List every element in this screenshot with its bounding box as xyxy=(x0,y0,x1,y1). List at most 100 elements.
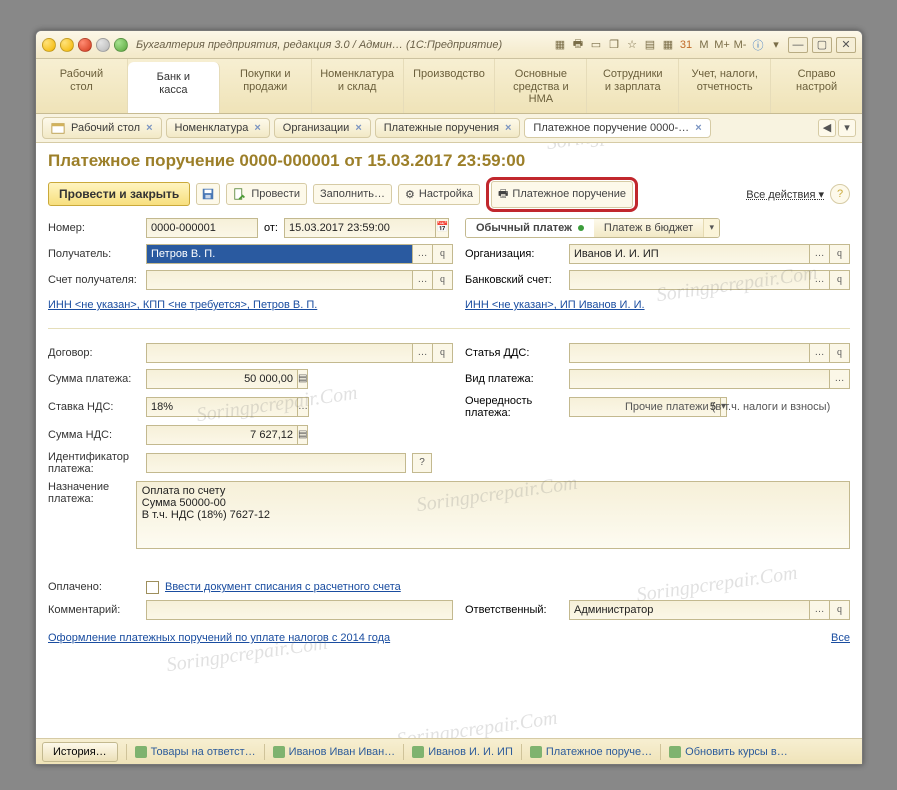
section-prod[interactable]: Производство xyxy=(404,59,496,113)
tab-close-icon[interactable]: × xyxy=(695,122,701,134)
section-tax[interactable]: Учет, налоги, отчетность xyxy=(679,59,771,113)
nav-grey-icon[interactable] xyxy=(96,38,110,52)
all-actions-menu[interactable]: Все действия ▾ xyxy=(746,188,824,201)
tax-payments-link[interactable]: Оформление платежных поручений по уплате… xyxy=(48,632,390,644)
bank-field[interactable] xyxy=(569,270,810,290)
date-field[interactable] xyxy=(284,218,436,238)
status-item[interactable]: Платежное поруче… xyxy=(530,746,652,758)
calendar-picker-icon[interactable] xyxy=(436,218,449,238)
tb-icon-calendar[interactable]: 31 xyxy=(678,37,694,53)
select-icon[interactable] xyxy=(810,343,830,363)
tb-icon-copy[interactable]: ❐ xyxy=(606,37,622,53)
seg-budget[interactable]: Платеж в бюджет xyxy=(594,219,703,237)
calculator-icon[interactable] xyxy=(298,369,308,389)
help-button[interactable]: ? xyxy=(830,184,850,204)
select-icon[interactable] xyxy=(810,270,830,290)
tb-icon-calc[interactable]: ▦ xyxy=(660,37,676,53)
tab-orgs[interactable]: Организации× xyxy=(274,118,371,138)
open-icon[interactable] xyxy=(830,343,850,363)
comment-field[interactable] xyxy=(146,600,453,620)
fill-button[interactable]: Заполнить… xyxy=(313,184,392,204)
tb-icon-m1[interactable]: M xyxy=(696,37,712,53)
section-desktop[interactable]: Рабочий стол xyxy=(36,59,128,113)
section-nomen[interactable]: Номенклатура и склад xyxy=(312,59,404,113)
tab-payments[interactable]: Платежные поручения× xyxy=(375,118,521,138)
select-icon[interactable] xyxy=(413,244,433,264)
recip-acc-field[interactable] xyxy=(146,270,413,290)
ident-help-icon[interactable]: ? xyxy=(412,453,432,473)
tabs-dd[interactable]: ▾ xyxy=(838,119,856,137)
paid-link[interactable]: Ввести документ списания с расчетного сч… xyxy=(165,581,401,593)
status-item[interactable]: Обновить курсы в… xyxy=(669,746,788,758)
open-icon[interactable] xyxy=(433,244,453,264)
paytype-field[interactable] xyxy=(569,369,830,389)
tb-icon-m2[interactable]: M+ xyxy=(714,37,730,53)
open-icon[interactable] xyxy=(433,270,453,290)
org-field[interactable] xyxy=(569,244,810,264)
sum-field[interactable] xyxy=(146,369,298,389)
tab-desktop[interactable]: Рабочий стол × xyxy=(42,117,162,139)
open-icon[interactable] xyxy=(830,244,850,264)
tabs-left[interactable]: ◀ xyxy=(818,119,836,137)
vatsum-field[interactable] xyxy=(146,425,298,445)
dds-field[interactable] xyxy=(569,343,810,363)
resp-field[interactable] xyxy=(569,600,810,620)
tab-close-icon[interactable]: × xyxy=(254,122,260,134)
purpose-textarea[interactable] xyxy=(136,481,850,549)
tb-icon-doc[interactable]: ▭ xyxy=(588,37,604,53)
window-maximize[interactable]: ▢ xyxy=(812,37,832,53)
settings-button[interactable]: ⚙Настройка xyxy=(398,184,480,205)
tb-icon-print[interactable]: 🖶 xyxy=(570,37,586,53)
post-button[interactable]: Провести xyxy=(226,183,307,205)
tb-icon-app[interactable]: ▦ xyxy=(552,37,568,53)
select-icon[interactable] xyxy=(810,600,830,620)
paid-checkbox[interactable] xyxy=(146,581,159,594)
contract-field[interactable] xyxy=(146,343,413,363)
vatrate-field[interactable] xyxy=(146,397,298,417)
section-assets[interactable]: Основные средства и НМА xyxy=(495,59,587,113)
tb-icon-m3[interactable]: M- xyxy=(732,37,748,53)
tb-icon-fav[interactable]: ☆ xyxy=(624,37,640,53)
section-bank[interactable]: Банк и касса xyxy=(128,62,220,113)
nav-back-icon[interactable] xyxy=(60,38,74,52)
open-icon[interactable] xyxy=(830,270,850,290)
status-item[interactable]: Иванов Иван Иван… xyxy=(273,746,396,758)
number-field[interactable] xyxy=(146,218,258,238)
seg-normal[interactable]: Обычный платеж xyxy=(466,219,594,237)
select-icon[interactable] xyxy=(413,270,433,290)
tb-icon-info[interactable]: ⓘ xyxy=(750,37,766,53)
open-icon[interactable] xyxy=(433,343,453,363)
select-icon[interactable] xyxy=(830,369,850,389)
nav-go-icon[interactable] xyxy=(114,38,128,52)
section-hr[interactable]: Сотрудники и зарплата xyxy=(587,59,679,113)
select-icon[interactable] xyxy=(413,343,433,363)
all-link[interactable]: Все xyxy=(831,632,850,644)
tab-close-icon[interactable]: × xyxy=(146,122,152,134)
org-details-link[interactable]: ИНН <не указан>, ИП Иванов И. И. xyxy=(465,299,645,311)
section-sales[interactable]: Покупки и продажи xyxy=(220,59,312,113)
section-settings[interactable]: Справо настрой xyxy=(771,59,862,113)
save-button[interactable] xyxy=(196,183,220,205)
window-minimize[interactable]: — xyxy=(788,37,808,53)
status-item[interactable]: Товары на ответст… xyxy=(135,746,256,758)
print-payment-button[interactable]: 🖶Платежное поручение xyxy=(491,181,633,208)
tab-nomen[interactable]: Номенклатура× xyxy=(166,118,270,138)
calculator-icon[interactable] xyxy=(298,425,308,445)
tab-close-icon[interactable]: × xyxy=(355,122,361,134)
select-icon[interactable] xyxy=(810,244,830,264)
open-icon[interactable] xyxy=(830,600,850,620)
post-and-close-button[interactable]: Провести и закрыть xyxy=(48,182,190,206)
tb-icon-list[interactable]: ▤ xyxy=(642,37,658,53)
status-item[interactable]: Иванов И. И. ИП xyxy=(412,746,513,758)
window-close[interactable]: ✕ xyxy=(836,37,856,53)
tab-payment-doc[interactable]: Платежное поручение 0000-…× xyxy=(524,118,710,138)
tb-icon-dd[interactable]: ▾ xyxy=(768,37,784,53)
recipient-field[interactable] xyxy=(146,244,413,264)
ident-field[interactable] xyxy=(146,453,406,473)
tab-close-icon[interactable]: × xyxy=(505,122,511,134)
history-button[interactable]: История… xyxy=(42,742,118,762)
select-icon[interactable] xyxy=(298,397,309,417)
recipient-details-link[interactable]: ИНН <не указан>, КПП <не требуется>, Пет… xyxy=(48,299,317,311)
nav-stop-icon[interactable] xyxy=(78,38,92,52)
seg-dropdown[interactable]: ▾ xyxy=(703,219,719,237)
